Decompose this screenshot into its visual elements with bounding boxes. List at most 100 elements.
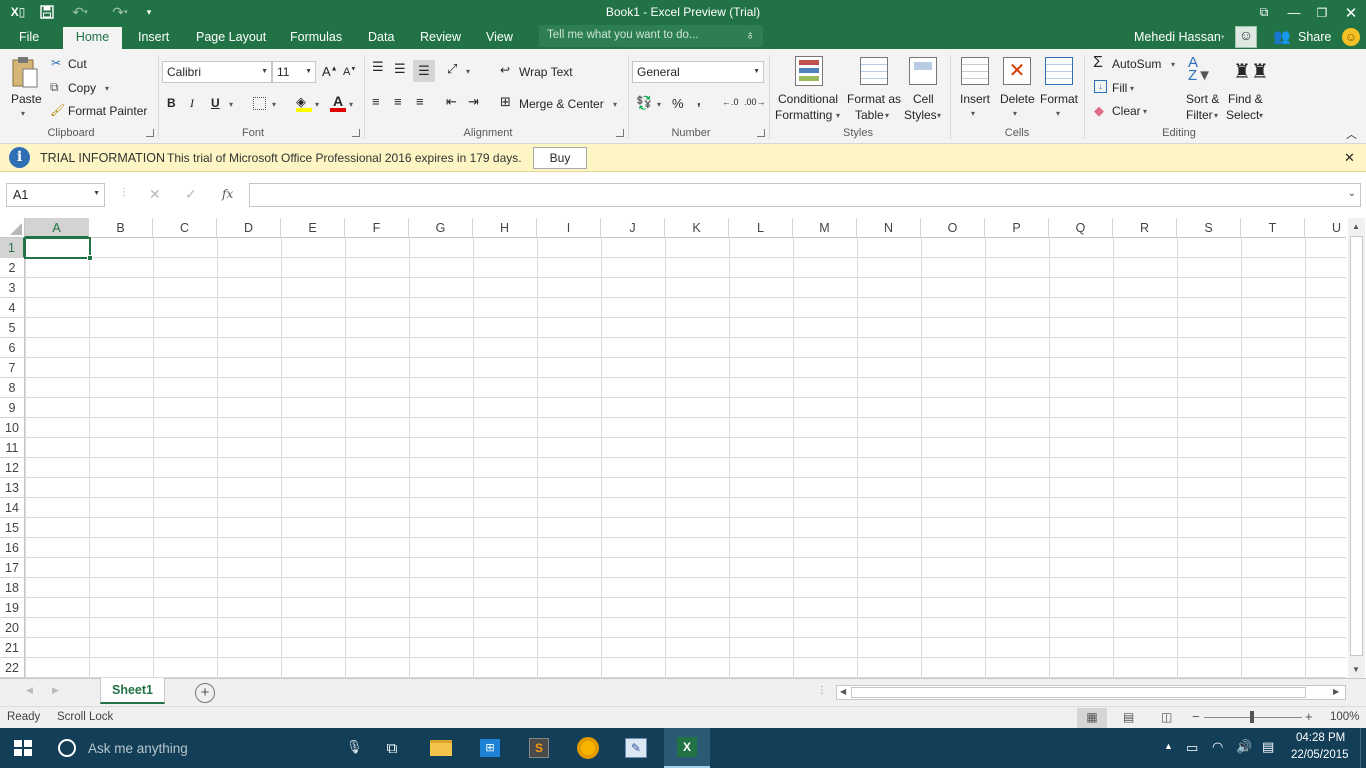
tab-page-layout[interactable]: Page Layout [196, 30, 266, 44]
insert-dropdown-icon[interactable]: ▾ [971, 109, 975, 118]
merge-center-button[interactable]: Merge & Center [519, 97, 604, 111]
fill-icon[interactable]: ↓ [1094, 80, 1107, 93]
binoculars-icon[interactable]: ♜♜ [1233, 59, 1269, 84]
fill-color-icon[interactable]: ◈ [296, 94, 312, 112]
format-as-table-button[interactable]: Format as [847, 92, 901, 106]
copy-dropdown-icon[interactable]: ▾ [105, 84, 109, 93]
horizontal-scrollbar[interactable]: ◀ ▶ [836, 685, 1346, 700]
tab-view[interactable]: View [486, 30, 513, 44]
select-all-corner[interactable] [0, 218, 25, 238]
column-header-c[interactable]: C [153, 218, 217, 238]
store-icon[interactable]: ⊞ [476, 734, 504, 762]
column-header-h[interactable]: H [473, 218, 537, 238]
orientation-dropdown-icon[interactable]: ▾ [466, 67, 470, 76]
tab-data[interactable]: Data [368, 30, 394, 44]
row-header-15[interactable]: 15 [0, 518, 25, 538]
page-break-view-icon[interactable]: ◫ [1161, 710, 1172, 724]
tab-review[interactable]: Review [420, 30, 461, 44]
insert-cells-icon[interactable] [961, 57, 989, 85]
align-right-icon[interactable]: ≡ [416, 94, 424, 109]
column-header-p[interactable]: P [985, 218, 1049, 238]
tab-formulas[interactable]: Formulas [290, 30, 342, 44]
format-as-table-icon[interactable] [860, 57, 888, 85]
column-header-i[interactable]: I [537, 218, 601, 238]
row-header-19[interactable]: 19 [0, 598, 25, 618]
new-sheet-icon[interactable]: + [195, 683, 215, 703]
chrome-canary-icon[interactable] [574, 734, 602, 762]
decrease-decimal-icon[interactable]: .00→ [744, 97, 766, 107]
number-launcher-icon[interactable] [757, 129, 765, 137]
increase-font-size-icon[interactable]: A▲ [322, 64, 338, 79]
tab-file[interactable]: File [19, 30, 39, 44]
row-header-1[interactable]: 1 [0, 238, 25, 258]
row-header-3[interactable]: 3 [0, 278, 25, 298]
column-header-g[interactable]: G [409, 218, 473, 238]
column-header-e[interactable]: E [281, 218, 345, 238]
wrap-text-icon[interactable]: ↩ [500, 63, 510, 77]
vertical-scrollbar[interactable]: ▲ ▼ [1348, 218, 1365, 678]
wifi-icon[interactable]: ◠ [1212, 739, 1223, 755]
row-header-20[interactable]: 20 [0, 618, 25, 638]
font-launcher-icon[interactable] [352, 129, 360, 137]
cell-styles-dropdown-icon[interactable]: ▾ [937, 111, 941, 120]
scroll-down-icon[interactable]: ▼ [1352, 665, 1360, 674]
account-dropdown-icon[interactable]: ▾ [1221, 33, 1225, 41]
tab-split-grip-icon[interactable]: ⋮ [817, 685, 827, 696]
battery-icon[interactable]: ▭ [1186, 740, 1198, 756]
column-header-m[interactable]: M [793, 218, 857, 238]
column-header-s[interactable]: S [1177, 218, 1241, 238]
top-align-icon[interactable]: ☰ [372, 59, 384, 75]
accounting-format-icon[interactable]: 💱 [636, 95, 652, 111]
taskbar-time[interactable]: 04:28 PM [1296, 732, 1345, 744]
zoom-level[interactable]: 100% [1330, 711, 1359, 723]
number-format-select[interactable]: General ▼ [632, 61, 764, 83]
sort-filter-icon[interactable]: A Z▼ [1188, 55, 1212, 83]
row-header-7[interactable]: 7 [0, 358, 25, 378]
row-header-8[interactable]: 8 [0, 378, 25, 398]
underline-dropdown-icon[interactable]: ▾ [229, 100, 233, 109]
fill-color-dropdown-icon[interactable]: ▾ [315, 100, 319, 109]
row-header-4[interactable]: 4 [0, 298, 25, 318]
confirm-entry-icon[interactable]: ✓ [185, 186, 197, 203]
row-header-2[interactable]: 2 [0, 258, 25, 278]
paste-dropdown-icon[interactable]: ▾ [21, 109, 25, 118]
conditional-dropdown-icon[interactable]: ▾ [836, 111, 840, 120]
row-header-6[interactable]: 6 [0, 338, 25, 358]
user-name[interactable]: Mehedi Hassan [1134, 30, 1221, 44]
name-box[interactable]: A1 ▼ [6, 183, 105, 207]
column-header-k[interactable]: K [665, 218, 729, 238]
selected-cell-a1[interactable] [24, 237, 93, 261]
smiley-feedback-icon[interactable]: ☺ [1342, 28, 1360, 46]
fill-handle[interactable] [87, 255, 93, 261]
close-infobar-icon[interactable]: ✕ [1344, 150, 1355, 166]
scroll-right-icon[interactable]: ▶ [1333, 687, 1339, 696]
fill-button[interactable]: Fill [1112, 81, 1127, 95]
share-button[interactable]: Share [1298, 30, 1331, 44]
cortana-search-box[interactable]: Ask me anything 🎙 [48, 728, 364, 768]
delete-dropdown-icon[interactable]: ▾ [1013, 109, 1017, 118]
percent-style-button[interactable]: % [672, 96, 684, 111]
tab-home[interactable]: Home [63, 27, 122, 49]
decrease-font-size-icon[interactable]: A▼ [343, 66, 356, 78]
zoom-in-icon[interactable]: + [1305, 709, 1313, 724]
orientation-icon[interactable]: ⤢ [447, 61, 457, 77]
volume-icon[interactable]: 🔊 [1236, 739, 1252, 755]
restore-button[interactable]: ❐ [1308, 0, 1336, 25]
row-header-21[interactable]: 21 [0, 638, 25, 658]
vertical-scroll-thumb[interactable] [1350, 236, 1363, 656]
action-center-strip[interactable] [1360, 728, 1366, 768]
page-layout-view-icon[interactable]: ▤ [1123, 710, 1134, 724]
align-center-icon[interactable]: ≡ [394, 94, 402, 109]
format-painter-button[interactable]: Format Painter [68, 104, 147, 118]
font-name-select[interactable]: Calibri ▼ [162, 61, 272, 83]
column-header-l[interactable]: L [729, 218, 793, 238]
chevron-down-icon[interactable]: ▼ [93, 190, 100, 197]
column-header-t[interactable]: T [1241, 218, 1305, 238]
alignment-launcher-icon[interactable] [616, 129, 624, 137]
zoom-out-icon[interactable]: − [1192, 709, 1200, 724]
clear-dropdown-icon[interactable]: ▾ [1143, 107, 1147, 116]
formula-input[interactable]: ⌄ [249, 183, 1361, 207]
copy-icon[interactable]: ⧉ [50, 80, 59, 95]
file-explorer-icon[interactable] [427, 734, 455, 762]
sublime-text-icon[interactable]: S [525, 734, 553, 762]
